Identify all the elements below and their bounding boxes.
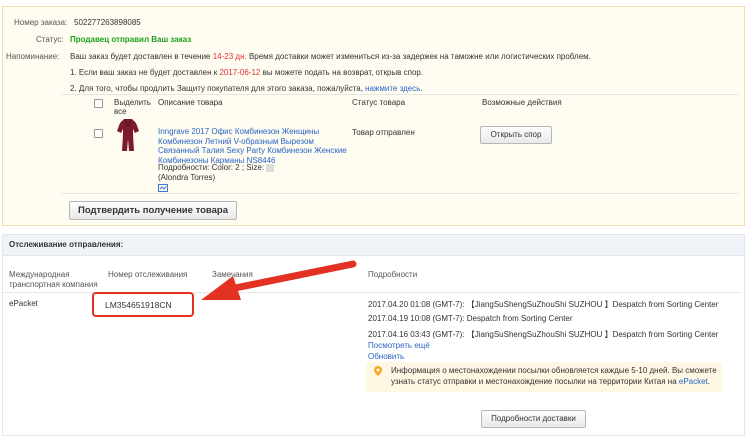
reminder-text: Ваш заказ будет доставлен в течение 14-2…	[70, 52, 591, 61]
table-divider-bottom	[62, 193, 738, 194]
tracking-event-3: 2017.04.16 03:43 (GMT-7): 【JiangSuShengS…	[368, 330, 719, 339]
shipping-details-button[interactable]: Подробности доставки	[481, 410, 586, 428]
order-number-value: 502277263898085	[74, 18, 141, 27]
header-item-status: Статус товара	[352, 98, 406, 107]
epacket-link[interactable]: ePacket	[679, 377, 708, 386]
carrier-name: ePacket	[9, 299, 38, 308]
tracking-event-2: 2017.04.19 10:08 (GMT-7): Despatch from …	[368, 314, 573, 323]
select-all-checkbox[interactable]	[94, 99, 103, 108]
see-more-link[interactable]: Посмотреть ещё	[368, 341, 430, 350]
redacted-size	[266, 163, 275, 172]
item-checkbox[interactable]	[94, 129, 103, 138]
note-dispute-deadline: 1. Если ваш заказ не будет доставлен к 2…	[70, 68, 424, 77]
reminder-label: Напоминание:	[6, 52, 60, 61]
note-extend-protection: 2. Для того, чтобы продлить Защиту покуп…	[70, 84, 423, 93]
delivery-days: 14-23 дн.	[212, 52, 247, 61]
product-title-link[interactable]: Inngrave 2017 Офис Комбинезон Женщины Ком…	[158, 127, 347, 165]
tracking-number-highlight	[92, 292, 194, 317]
order-status-value: Продавец отправил Ваш заказ	[70, 35, 192, 44]
header-description: Описание товара	[158, 98, 223, 107]
open-dispute-button[interactable]: Открыть спор	[480, 126, 552, 144]
refresh-link[interactable]: Обновить	[368, 352, 404, 361]
item-status: Товар отправлен	[352, 128, 415, 137]
header-details: Подробности	[368, 270, 418, 279]
header-carrier: Международная транспортная компания	[9, 270, 98, 289]
confirm-receipt-button[interactable]: Подтвердить получение товара	[69, 201, 237, 220]
select-all-label: Выделить все	[114, 98, 151, 116]
tracking-title: Отслеживание отправления:	[9, 240, 124, 249]
red-arrow-annotation	[201, 260, 357, 300]
location-pin-icon	[374, 366, 382, 376]
snapshot-icon[interactable]	[158, 184, 168, 192]
order-number-label: Номер заказа:	[14, 18, 68, 27]
product-thumbnail[interactable]	[116, 117, 140, 153]
header-actions: Возможные действия	[482, 98, 562, 107]
dispute-date: 2017-06-12	[219, 68, 261, 77]
table-divider	[62, 94, 738, 95]
header-tracking-number: Номер отслеживания	[108, 270, 188, 279]
order-status-label: Статус:	[36, 35, 64, 44]
info-text-line2: узнать статус отправки и местонахождение…	[391, 377, 711, 386]
tracking-event-1: 2017.04.20 01:08 (GMT-7): 【JiangSuShengS…	[368, 300, 719, 309]
info-text-line1: Информация о местонахождении посылки обн…	[391, 366, 717, 375]
product-details: Подробности: Color: 2 ; Size: (Alondra T…	[158, 163, 275, 182]
extend-protection-link[interactable]: нажмите здесь	[365, 84, 420, 93]
